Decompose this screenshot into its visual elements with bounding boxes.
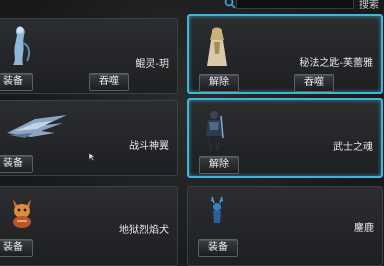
fuleiya-portrait — [207, 27, 227, 66]
card-wushi-zhihun[interactable]: 武士之魂 解除 — [187, 98, 383, 178]
card-name: 战斗神翼 — [129, 141, 169, 152]
devour-button[interactable]: 吞噬 — [294, 74, 334, 92]
search-button[interactable]: 搜索 — [359, 0, 379, 11]
card-name: 鏖鹿 — [354, 223, 374, 234]
deer-portrait — [210, 196, 224, 223]
card-name: 武士之魂 — [333, 142, 373, 153]
unequip-button[interactable]: 解除 — [199, 74, 239, 92]
kunling-portrait — [13, 26, 31, 65]
equip-button[interactable]: 装备 — [0, 155, 33, 173]
equip-button[interactable]: 装备 — [198, 239, 238, 257]
card-kunling-yue[interactable]: 鲲灵-玥 装备 吞噬 — [0, 18, 178, 94]
mouse-cursor-icon — [88, 152, 96, 162]
devour-button[interactable]: 吞噬 — [89, 73, 129, 91]
search-input[interactable] — [236, 0, 354, 9]
wings-portrait — [7, 115, 67, 138]
card-name: 鲲灵-玥 — [135, 59, 169, 70]
equip-button[interactable]: 装备 — [0, 239, 33, 257]
card-zhandou-shenyi[interactable]: 战斗神翼 装备 — [0, 100, 178, 176]
card-name: 秘法之匙-芙蕾雅 — [299, 58, 373, 69]
top-bar: 搜索 — [0, 0, 384, 14]
equip-button[interactable]: 装备 — [0, 73, 33, 91]
card-diyu-lieyanquan[interactable]: 地狱烈焰犬 装备 — [0, 186, 178, 266]
search-icon[interactable] — [224, 0, 236, 9]
card-name: 地狱烈焰犬 — [119, 225, 169, 236]
hellhound-portrait — [13, 199, 31, 228]
unequip-button[interactable]: 解除 — [199, 156, 239, 174]
card-aolu[interactable]: 鏖鹿 装备 — [187, 186, 383, 266]
samurai-portrait — [206, 111, 224, 150]
card-mifa-zhishi-fuleiya[interactable]: 秘法之匙-芙蕾雅 解除 吞噬 — [187, 14, 383, 94]
